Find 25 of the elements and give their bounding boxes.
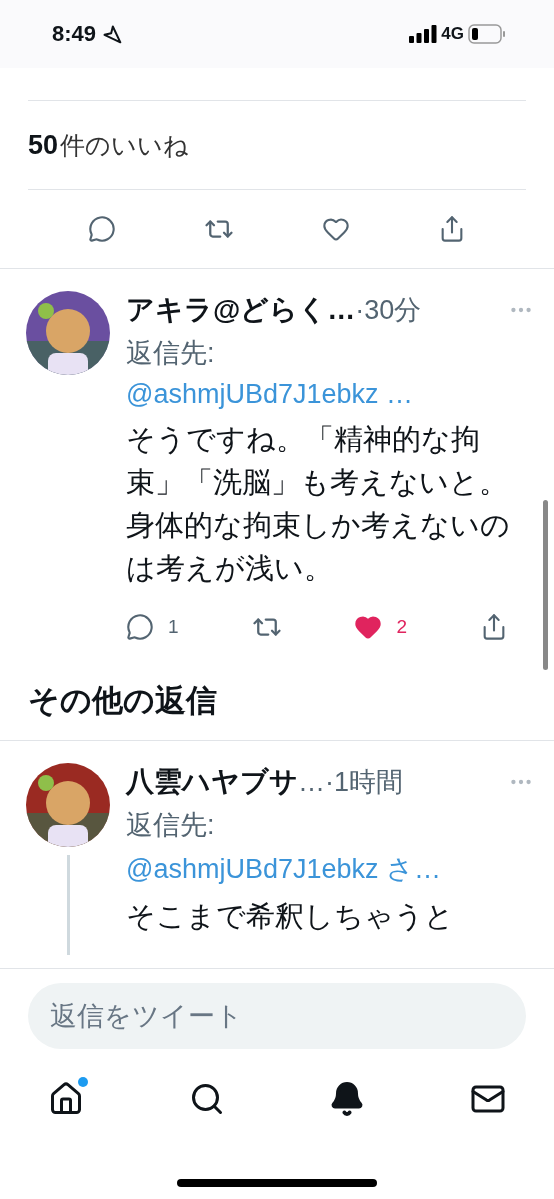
- author-name[interactable]: アキラ@どらく…: [126, 291, 356, 329]
- post-time: …·1時間: [298, 766, 403, 799]
- author-name[interactable]: 八雲ハヤブサ: [126, 763, 298, 801]
- reply-text: そこまで希釈しちゃうと: [126, 899, 455, 934]
- like-button[interactable]: 2: [354, 613, 408, 641]
- section-title: その他の返信: [27, 682, 218, 720]
- reply-icon: [88, 215, 116, 243]
- reply-button[interactable]: 1: [126, 613, 179, 641]
- post-time: ·30分: [355, 294, 422, 327]
- likes-count[interactable]: 50件のいいね: [28, 128, 190, 162]
- reply-icon: [126, 613, 154, 641]
- reply-to-label: 返信先:: [126, 809, 216, 842]
- home-icon: [48, 1081, 84, 1117]
- reply-to-label: 返信先:: [126, 337, 216, 370]
- notification-dot: [78, 1077, 88, 1087]
- battery-icon: [468, 24, 506, 44]
- network-label: 4G: [441, 24, 464, 44]
- location-icon: [102, 24, 123, 44]
- reply-text: そうですね。「精神的な拘束」「洗脳」も考えないと。身体的な拘束しか考えないのは考えが浅い。: [126, 422, 511, 586]
- mention-link[interactable]: @ashmjUBd7J1ebkz …: [126, 379, 534, 410]
- reply-button[interactable]: [88, 215, 116, 243]
- status-time: 8:49: [52, 21, 97, 47]
- signal-icon: [409, 25, 438, 43]
- mention-link[interactable]: @ashmjUBd7J1ebkz さ…: [126, 851, 534, 887]
- reply-input[interactable]: 返信をツイート: [28, 983, 526, 1049]
